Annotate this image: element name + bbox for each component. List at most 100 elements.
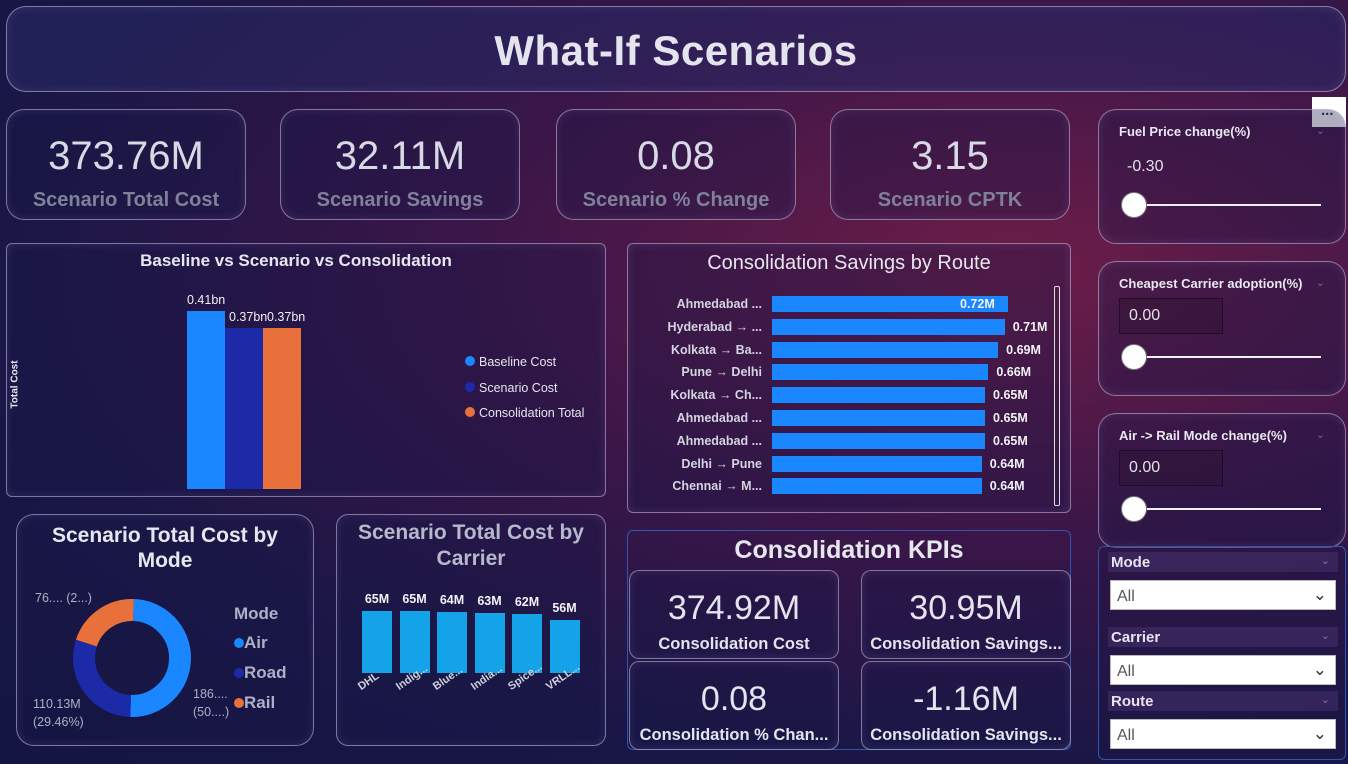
header-banner: What-If Scenarios xyxy=(6,6,1346,92)
kpi-value: 32.11M xyxy=(334,134,466,178)
route-bar[interactable] xyxy=(772,318,1005,335)
route-bar[interactable] xyxy=(772,387,986,404)
kpi-label: Consolidation % Chan... xyxy=(639,726,829,744)
carrier-dropdown[interactable]: All ⌄ xyxy=(1110,655,1336,685)
data-label: 0.37bn xyxy=(229,310,268,325)
route-bar[interactable] xyxy=(772,364,989,381)
kpi-label: Consolidation Cost xyxy=(658,635,810,653)
slider-handle[interactable] xyxy=(1121,192,1147,218)
chevron-down-icon[interactable]: ⌄ xyxy=(1316,124,1325,137)
carrier-bar[interactable] xyxy=(362,611,392,673)
route-bar[interactable] xyxy=(772,478,982,495)
data-label: 0.64M xyxy=(989,479,1025,494)
data-label: 0.71M xyxy=(1012,319,1048,334)
legend-item[interactable]: Road xyxy=(234,658,287,688)
kpi-card-consolidation-pct-change[interactable]: 0.08 Consolidation % Chan... xyxy=(629,661,839,750)
slicer-value[interactable]: -0.30 xyxy=(1127,158,1163,176)
slicer-value-input[interactable]: 0.00 xyxy=(1119,450,1223,486)
legend-item[interactable]: Scenario Cost xyxy=(465,376,584,402)
slider-track[interactable] xyxy=(1131,356,1321,358)
scrollbar[interactable] xyxy=(1054,286,1060,506)
route-bar[interactable] xyxy=(772,455,982,472)
bar-consolidation[interactable] xyxy=(263,328,301,489)
kpi-label: Scenario % Change xyxy=(582,189,770,211)
chevron-down-icon[interactable]: ⌄ xyxy=(1316,276,1325,289)
route-label: Ahmedabad ... xyxy=(676,433,762,448)
data-label: 65M xyxy=(364,592,390,606)
route-bar[interactable] xyxy=(772,341,999,358)
legend-item[interactable]: Air xyxy=(234,628,287,658)
route-dropdown[interactable]: All ⌄ xyxy=(1110,719,1336,749)
chevron-down-icon[interactable]: ⌄ xyxy=(1316,428,1325,441)
chevron-down-icon[interactable]: ⌄ xyxy=(1321,693,1330,706)
chevron-down-icon[interactable]: ⌄ xyxy=(1321,629,1330,642)
chart-title: Consolidation Savings by Route xyxy=(707,252,991,274)
kpi-card-scenario-savings[interactable]: 32.11M Scenario Savings xyxy=(280,109,520,220)
kpi-card-consolidation-savings-delta[interactable]: -1.16M Consolidation Savings... xyxy=(861,661,1071,750)
bar-baseline[interactable] xyxy=(187,311,225,489)
filter-header-route: Route ⌄ xyxy=(1108,691,1338,711)
chart-cost-by-mode[interactable]: Scenario Total Cost by Mode 76.... (2...… xyxy=(16,514,314,746)
chart-legend: Air Road Rail xyxy=(234,628,287,718)
bar-scenario[interactable] xyxy=(225,328,263,489)
data-label: 62M xyxy=(514,594,540,609)
chart-consolidation-savings-by-route[interactable]: Consolidation Savings by Route Ahmedabad… xyxy=(627,243,1071,513)
legend-label: Baseline Cost xyxy=(479,355,557,369)
data-label: 0.65M xyxy=(993,388,1028,403)
data-label: 0.65M xyxy=(993,433,1028,448)
data-label: 0.72M xyxy=(960,297,995,311)
mode-dropdown[interactable]: All ⌄ xyxy=(1110,580,1336,610)
kpi-card-scenario-total-cost[interactable]: 373.76M Scenario Total Cost xyxy=(6,109,246,220)
slicer-cheapest-carrier[interactable]: Cheapest Carrier adoption(%) ⌄ 0.00 xyxy=(1098,261,1346,396)
kpi-card-consolidation-cost[interactable]: 374.92M Consolidation Cost xyxy=(629,570,839,659)
route-label: Chennai → M... xyxy=(672,479,762,494)
kpi-label: Scenario CPTK xyxy=(877,189,1023,211)
chart-title: Scenario Total Cost by Mode xyxy=(52,524,278,572)
kpi-card-scenario-pct-change[interactable]: 0.08 Scenario % Change xyxy=(556,109,796,220)
legend-item[interactable]: Baseline Cost xyxy=(465,350,584,376)
filter-label: Carrier xyxy=(1111,629,1161,646)
slider-handle[interactable] xyxy=(1121,496,1147,522)
legend-item[interactable]: Rail xyxy=(234,688,287,718)
data-label: 0.41bn xyxy=(187,293,226,307)
kpi-card-scenario-cptk[interactable]: 3.15 Scenario CPTK xyxy=(830,109,1070,220)
legend-label: Scenario Cost xyxy=(479,380,558,395)
chart-cost-by-carrier[interactable]: Scenario Total Cost by Carrier 65M DHL 65M… xyxy=(336,514,606,746)
kpi-value: 3.15 xyxy=(911,134,989,178)
slicer-air-rail[interactable]: Air -> Rail Mode change(%) ⌄ 0.00 xyxy=(1098,413,1346,548)
category-label: DHL xyxy=(356,670,382,693)
route-label: Delhi → Pune xyxy=(681,456,762,471)
carrier-bar[interactable] xyxy=(474,612,505,673)
kpi-label: Consolidation Savings... xyxy=(870,635,1062,653)
slicer-value-input[interactable]: 0.00 xyxy=(1119,298,1223,334)
carrier-bar[interactable] xyxy=(437,611,467,673)
chevron-down-icon: ⌄ xyxy=(1312,660,1327,679)
slicer-fuel-price[interactable]: Fuel Price change(%) ⌄ -0.30 xyxy=(1098,109,1346,244)
legend-item[interactable]: Consolidation Total xyxy=(465,401,584,427)
data-label: 0.66M xyxy=(996,365,1032,380)
legend-title: Mode xyxy=(234,604,279,623)
kpi-value: 374.92M xyxy=(667,589,801,627)
slider-handle[interactable] xyxy=(1121,344,1147,370)
carrier-bar[interactable] xyxy=(399,611,430,673)
slicer-title: Cheapest Carrier adoption(%) xyxy=(1119,276,1303,291)
route-label: Hyderabad → ... xyxy=(667,319,762,334)
slicer-title: Fuel Price change(%) xyxy=(1119,124,1251,139)
kpi-value: 0.08 xyxy=(637,134,715,178)
slice-label-air: 186.... (50....) xyxy=(193,687,230,719)
chart-title: Scenario Total Cost by Carrier xyxy=(358,521,584,570)
data-label: 0.64M xyxy=(989,456,1025,471)
data-label: 0.69M xyxy=(1006,342,1041,357)
donut-slice-air[interactable] xyxy=(130,599,192,717)
route-bar[interactable] xyxy=(772,432,986,449)
slider-track[interactable] xyxy=(1131,508,1321,510)
chart-baseline-vs-scenario[interactable]: Baseline vs Scenario vs Consolidation To… xyxy=(6,243,606,497)
data-label: 64M xyxy=(439,592,465,607)
chevron-down-icon[interactable]: ⌄ xyxy=(1321,554,1330,567)
kpi-card-consolidation-savings[interactable]: 30.95M Consolidation Savings... xyxy=(861,570,1071,659)
slider-track[interactable] xyxy=(1131,204,1321,206)
legend-label: Air xyxy=(244,633,268,652)
route-bar[interactable] xyxy=(772,410,986,426)
chart-legend: Baseline Cost Scenario Cost Consolidatio… xyxy=(465,350,584,427)
donut-slice-rail[interactable] xyxy=(75,599,134,647)
